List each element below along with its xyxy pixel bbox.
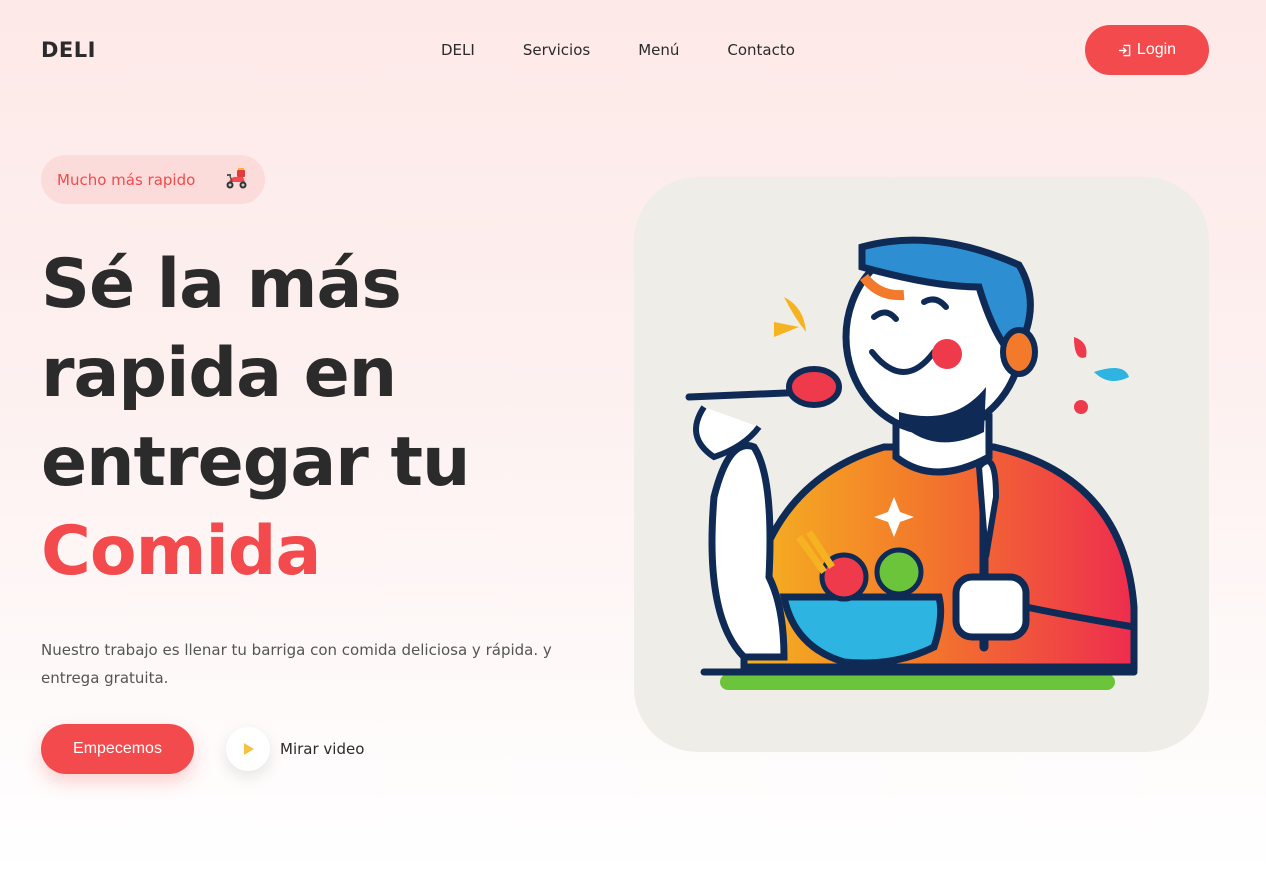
nav-item-contacto[interactable]: Contacto <box>727 40 795 60</box>
main-nav: DELI Servicios Menú Contacto <box>441 40 843 60</box>
login-arrow-icon <box>1118 44 1131 56</box>
man-eating-illustration <box>685 236 1138 690</box>
headline-line-3: entregar tu <box>41 423 470 502</box>
play-icon <box>244 743 254 755</box>
badge-text: Mucho más rapido <box>57 170 196 189</box>
headline-accent: Comida <box>41 512 321 591</box>
speed-badge: Mucho más rapido <box>41 155 265 204</box>
headline-line-1: Sé la más <box>41 245 402 324</box>
video-label: Mirar video <box>280 740 365 758</box>
login-button[interactable]: Login <box>1085 25 1209 75</box>
login-label: Login <box>1136 41 1177 58</box>
brand-logo[interactable]: DELI <box>41 38 96 62</box>
start-button[interactable]: Empecemos <box>41 724 194 774</box>
hero-description: Nuestro trabajo es llenar tu barriga con… <box>41 641 552 687</box>
headline-line-2: rapida en <box>41 334 397 413</box>
hero-illustration <box>634 177 1209 752</box>
scooter-icon <box>226 168 247 189</box>
nav-item-menu[interactable]: Menú <box>638 40 679 60</box>
watch-video-link[interactable]: Mirar video <box>226 727 364 771</box>
hero-headline: Sé la más rapida en entregar tu Comida <box>41 240 470 596</box>
nav-item-deli[interactable]: DELI <box>441 40 475 60</box>
nav-item-servicios[interactable]: Servicios <box>523 40 590 60</box>
play-button[interactable] <box>226 727 270 771</box>
